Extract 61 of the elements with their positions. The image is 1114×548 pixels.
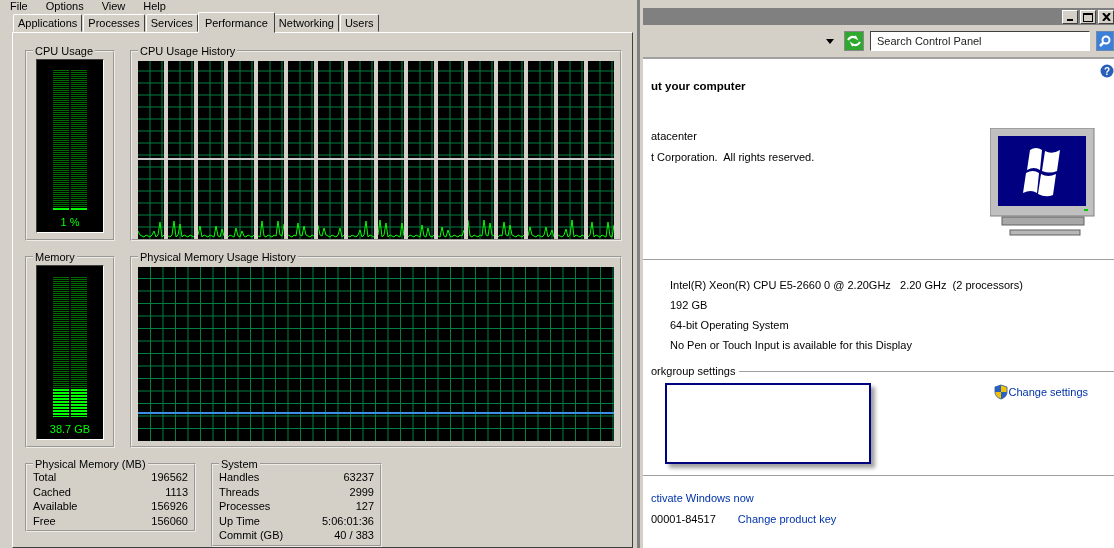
system-info-text: No Pen or Touch Input is available for this Display	[670, 338, 912, 353]
close-icon	[1101, 13, 1111, 21]
stat-value: 156926	[151, 499, 188, 514]
meter-reading: 1 %	[60, 216, 80, 229]
group-title: CPU Usage	[34, 45, 95, 58]
change-settings-link[interactable]: Change settings	[1008, 386, 1088, 398]
stat-label: Handles	[219, 470, 260, 485]
section-title: orkgroup settings	[651, 365, 736, 377]
maximize-button[interactable]	[1080, 10, 1096, 24]
stat-value: 156060	[151, 513, 188, 529]
menu-item[interactable]: Options	[45, 0, 84, 12]
search-button[interactable]	[1096, 31, 1114, 51]
stat-value: 63237	[343, 470, 374, 485]
group-title: CPU Usage History	[139, 45, 237, 58]
stat-label: Available	[33, 499, 78, 514]
change-product-key-link[interactable]: Change product key	[737, 513, 837, 525]
group-title: Physical Memory Usage History	[139, 251, 297, 264]
copyright-text: t Corporation. All rights reserved.	[651, 151, 815, 163]
edition-text: atacenter	[651, 130, 697, 142]
maximize-icon	[1083, 12, 1093, 22]
system-info-text: 192 GB	[670, 298, 708, 313]
tab[interactable]: Services	[145, 14, 198, 33]
stat-value: 196562	[151, 470, 188, 485]
stat-value: 40 / 383	[334, 528, 374, 543]
shield-icon	[993, 384, 1008, 400]
stat-label: Commit (GB)	[219, 528, 284, 543]
tab[interactable]: Applications	[13, 14, 83, 33]
menu-item[interactable]: File	[10, 0, 28, 12]
tab[interactable]: Performance	[197, 12, 275, 34]
stat-label: Free	[33, 513, 56, 529]
search-icon	[1099, 35, 1111, 47]
help-icon[interactable]: ?	[1100, 64, 1114, 78]
menu-item[interactable]: Help	[143, 0, 166, 12]
meter-reading: 38.7 GB	[49, 423, 91, 436]
group-title: System	[220, 458, 259, 471]
stat-value: 5:06:01:36	[322, 513, 374, 529]
stat-label: Cached	[33, 484, 71, 500]
refresh-button[interactable]	[844, 31, 864, 51]
stat-value: 2999	[349, 484, 374, 500]
system-info-text: 64-bit Operating System	[670, 318, 789, 333]
close-button[interactable]	[1098, 10, 1114, 24]
dropdown-caret-icon[interactable]	[826, 38, 834, 44]
tab[interactable]: Users	[339, 14, 379, 33]
tab[interactable]: Processes	[83, 14, 145, 33]
group-title: Physical Memory (MB)	[34, 458, 147, 471]
stat-label: Total	[33, 470, 57, 485]
minimize-button[interactable]	[1062, 10, 1078, 24]
refresh-icon	[847, 35, 861, 47]
search-field[interactable]: Search Control Panel	[870, 31, 1090, 51]
page-heading: ut your computer	[651, 80, 746, 92]
tab[interactable]: Networking	[273, 14, 339, 33]
group-title: Memory	[34, 251, 76, 264]
stat-label: Up Time	[219, 513, 260, 529]
stat-label: Threads	[219, 484, 260, 500]
menu-item[interactable]: View	[101, 0, 126, 12]
activate-windows-link[interactable]: ctivate Windows now	[651, 492, 754, 504]
stat-label: Processes	[219, 499, 271, 514]
product-id-text: 00001-84517	[651, 513, 716, 525]
stat-value: 127	[355, 499, 374, 514]
stat-value: 1113	[165, 484, 188, 500]
system-info-text: Intel(R) Xeon(R) CPU E5-2660 0 @ 2.20GHz 2.20 GHz (2 processors)	[670, 278, 1023, 293]
